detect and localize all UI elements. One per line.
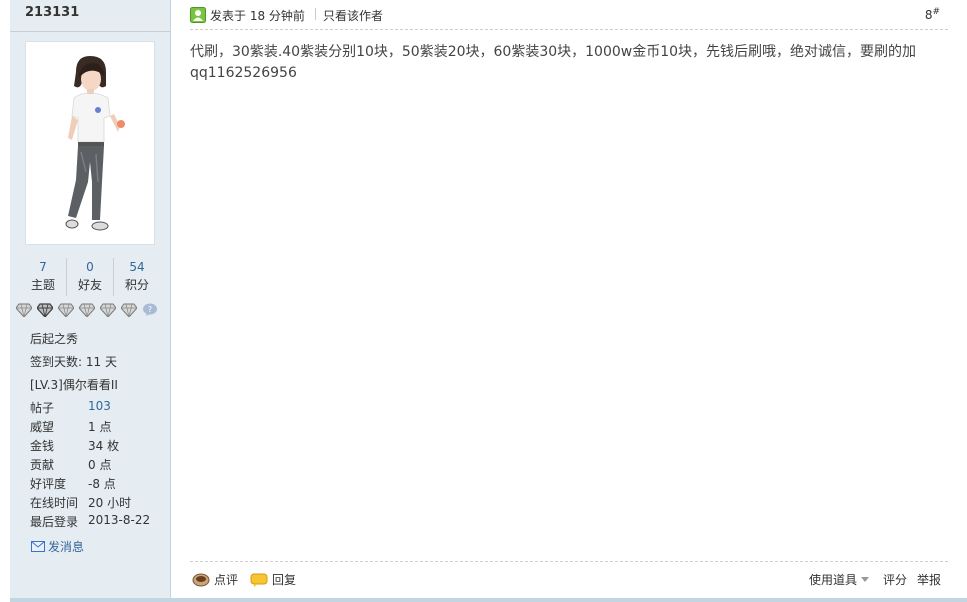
speech-bubble-icon (250, 573, 268, 587)
coffee-cup-icon (192, 573, 210, 586)
rate-label[interactable]: 评分 (883, 571, 907, 588)
detail-prestige: 威望 1 点 (30, 418, 111, 435)
detail-key: 好评度 (30, 477, 67, 491)
only-author-link[interactable]: 只看该作者 (323, 7, 383, 24)
medal-row: ? (16, 303, 158, 319)
detail-money: 金钱 34 枚 (30, 437, 119, 454)
stat-points[interactable]: 54 积分 (113, 258, 160, 296)
detail-key: 帖子 (30, 401, 55, 415)
diamond-medal-icon[interactable] (58, 303, 74, 317)
detail-rating: 好评度 -8 点 (30, 475, 116, 492)
detail-contribution: 贡献 0 点 (30, 456, 111, 473)
stat-points-label: 积分 (124, 278, 149, 292)
detail-value: 1 点 (88, 420, 112, 434)
post-content: 代刷，30紫装.40紫装分别10块，50紫装20块，60紫装30块，1000w金… (190, 42, 940, 84)
reply-button[interactable]: 回复 (250, 571, 296, 588)
comment-label[interactable]: 点评 (214, 571, 238, 588)
stat-friends-label: 好友 (77, 278, 102, 292)
bottom-divider (10, 598, 967, 602)
comment-button[interactable]: 点评 (192, 571, 238, 588)
stat-threads[interactable]: 7 主题 (20, 258, 66, 296)
user-group-title[interactable]: 后起之秀 (30, 330, 78, 347)
detail-key: 最后登录 (30, 515, 79, 529)
detail-key: 金钱 (30, 439, 55, 453)
post-footer: 点评 回复 使用道具 评分 举报 (190, 561, 948, 596)
envelope-icon (31, 541, 45, 552)
stat-threads-label: 主题 (30, 278, 55, 292)
rate-link[interactable]: 评分 (883, 571, 907, 588)
post-time: 发表于 18 分钟前 (210, 9, 305, 23)
detail-value: -8 点 (88, 477, 116, 491)
svg-text:?: ? (148, 305, 152, 314)
send-message-link[interactable]: 发消息 (31, 538, 84, 555)
detail-last-login: 最后登录 2013-8-22 (30, 513, 150, 530)
author-stats: 7 主题 0 好友 54 积分 (20, 258, 160, 296)
use-tool-label[interactable]: 使用道具 (809, 571, 857, 588)
detail-value: 0 点 (88, 458, 112, 472)
send-message-label[interactable]: 发消息 (48, 538, 84, 555)
report-link[interactable]: 举报 (917, 571, 941, 588)
post-content-line: 代刷，30紫装.40紫装分别10块，50紫装20块，60紫装30块，1000w金… (190, 44, 917, 60)
use-tool-dropdown[interactable]: 使用道具 (809, 571, 870, 588)
avatar[interactable] (25, 41, 155, 245)
post-content-line: qq1162526956 (190, 65, 297, 81)
diamond-medal-dark-icon[interactable] (37, 303, 53, 317)
detail-key: 贡献 (30, 458, 55, 472)
detail-online-time: 在线时间 20 小时 (30, 494, 131, 511)
user-level: [LV.3]偶尔看看II (30, 378, 118, 392)
stat-threads-value[interactable]: 7 (20, 258, 66, 276)
diamond-medal-icon[interactable] (121, 303, 137, 317)
floor-number-link[interactable]: 8# (925, 7, 940, 22)
chevron-down-icon (861, 576, 870, 582)
user-online-icon (190, 7, 206, 23)
post-header: 发表于 18 分钟前 只看该作者 8# (190, 5, 948, 30)
detail-key: 威望 (30, 420, 55, 434)
sidebar-divider (10, 31, 170, 32)
detail-key: 在线时间 (30, 496, 79, 510)
stat-friends-value[interactable]: 0 (67, 258, 113, 276)
stat-points-value[interactable]: 54 (114, 258, 160, 276)
diamond-medal-icon[interactable] (100, 303, 116, 317)
header-separator (315, 8, 316, 20)
detail-value: 2013-8-22 (88, 513, 151, 527)
detail-value: 34 枚 (88, 439, 120, 453)
detail-posts: 帖子 103 (30, 399, 111, 416)
floor-mark: # (932, 7, 940, 17)
report-label[interactable]: 举报 (917, 571, 941, 588)
checkin-days: 签到天数: 11 天 (30, 355, 117, 369)
diamond-medal-icon[interactable] (16, 303, 32, 317)
reply-label[interactable]: 回复 (272, 571, 296, 588)
avatar-figure-icon (65, 56, 125, 231)
author-username[interactable]: 213131 (25, 5, 79, 20)
stat-friends[interactable]: 0 好友 (66, 258, 113, 296)
diamond-medal-icon[interactable] (79, 303, 95, 317)
detail-value: 20 小时 (88, 496, 132, 510)
help-bubble-icon[interactable]: ? (142, 303, 158, 317)
author-sidebar: 213131 7 主题 0 好友 54 积分 ? 后起之秀 签到天数: 11 天… (10, 0, 171, 598)
detail-value-posts-link[interactable]: 103 (88, 399, 111, 416)
